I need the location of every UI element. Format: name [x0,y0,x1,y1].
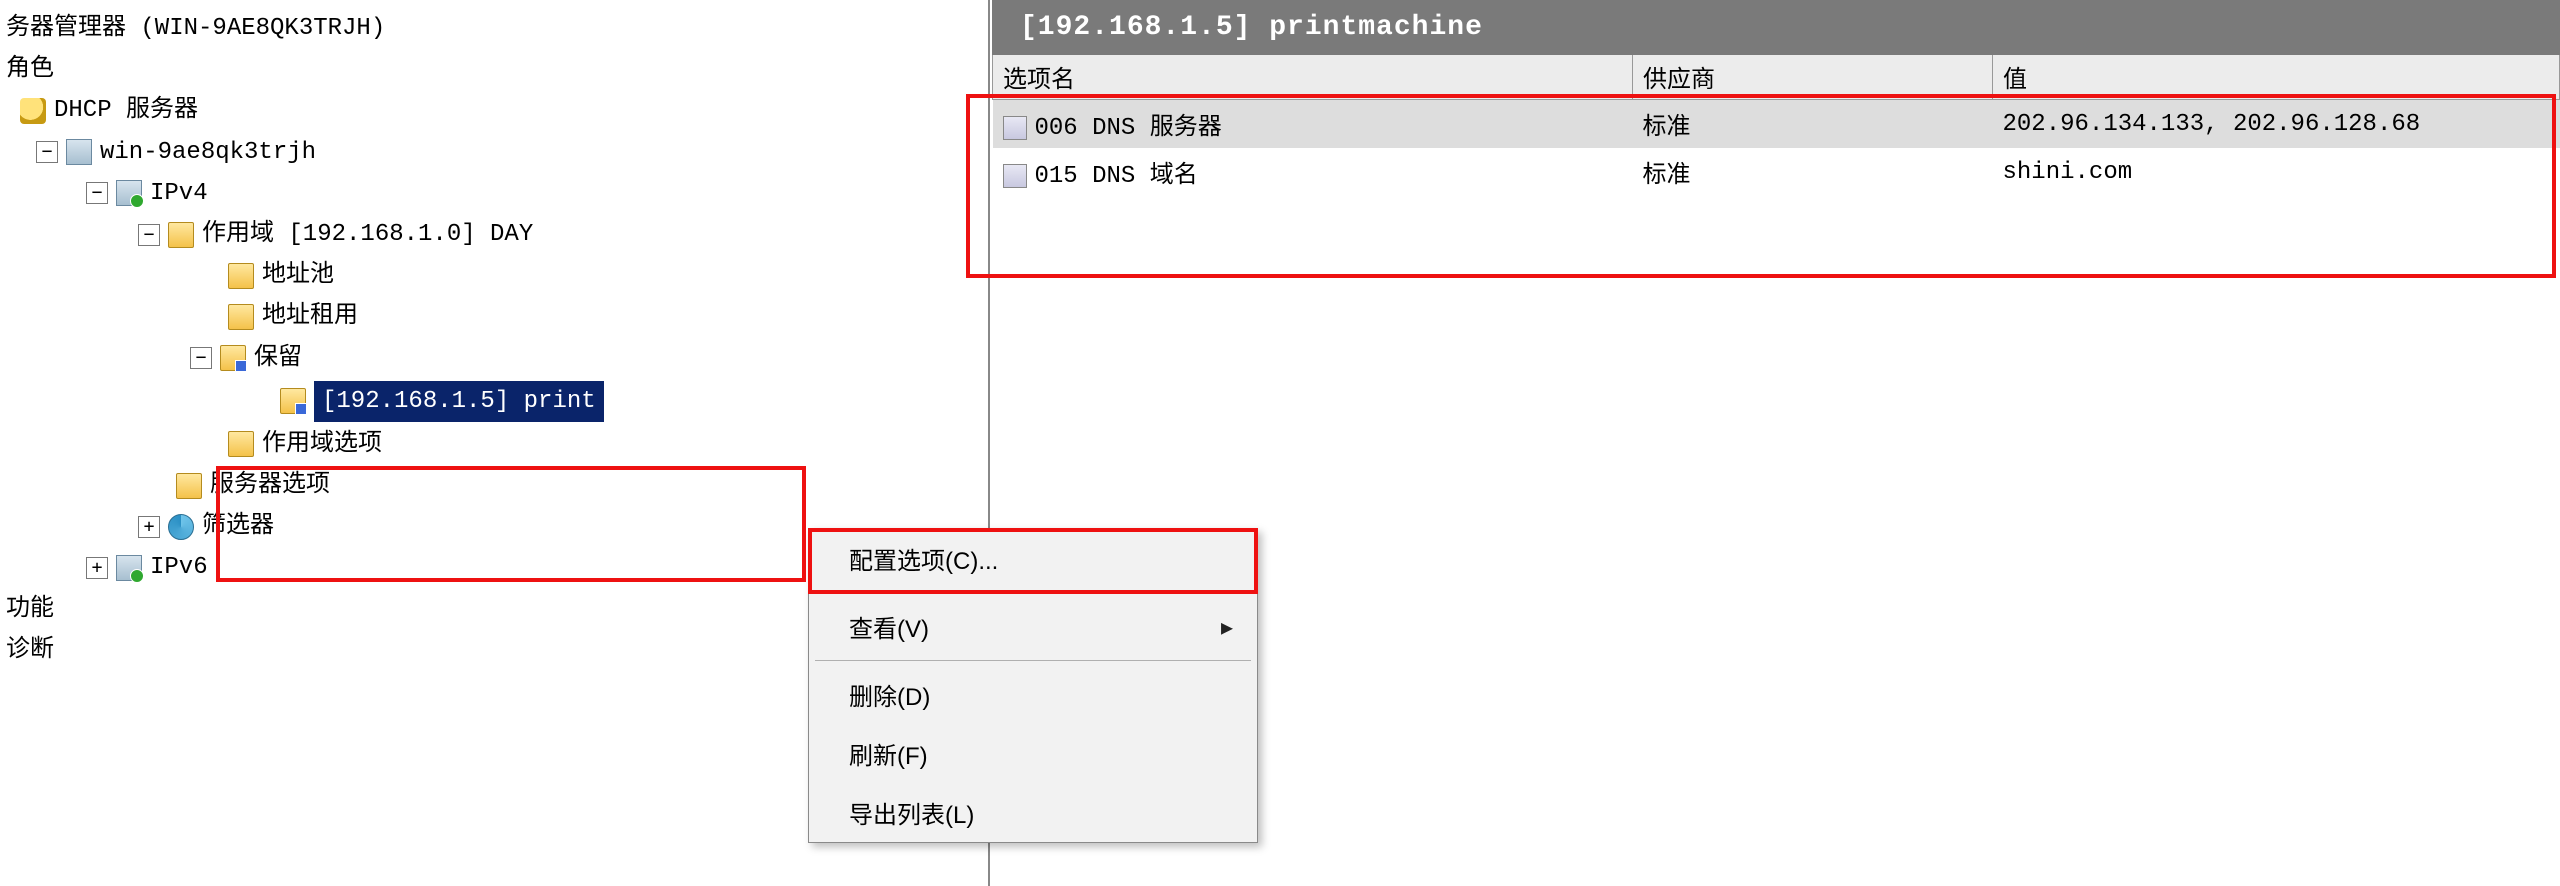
ctx-refresh-label: 刷新(F) [849,736,928,771]
table-row[interactable]: 015 DNS 域名 标准 shini.com [993,148,2560,196]
addr-pool-icon [228,263,254,289]
ctx-export-list[interactable]: 导出列表(L) [809,783,1257,842]
server-options-row[interactable]: 服务器选项 [0,465,988,506]
window-title: 务器管理器 (WIN-9AE8QK3TRJH) [6,10,385,47]
ctx-separator [815,660,1251,661]
reservation-item-label: [192.168.1.5] print [314,381,604,422]
addr-lease-row[interactable]: 地址租用 [0,296,988,337]
dhcp-icon [20,98,46,124]
addr-pool-row[interactable]: 地址池 [0,255,988,296]
dhcp-label: DHCP 服务器 [54,92,198,129]
cell-value: shini.com [1993,148,2560,196]
server-options-label: 服务器选项 [210,467,330,504]
addr-lease-icon [228,304,254,330]
expander-reservation[interactable]: − [190,347,212,369]
scope-options-label: 作用域选项 [262,426,382,463]
details-header: [192.168.1.5] printmachine [992,0,2560,55]
addr-pool-label: 地址池 [262,257,334,294]
scope-options-icon [228,431,254,457]
cell-name: 015 DNS 域名 [1035,163,1198,190]
expander-filters[interactable]: + [138,516,160,538]
expander-scope[interactable]: − [138,224,160,246]
scope-label: 作用域 [192.168.1.0] DAY [202,216,533,253]
ctx-view[interactable]: 查看(V) ▶ [809,597,1257,656]
reservation-label: 保留 [254,340,302,377]
server-options-icon [176,473,202,499]
reservation-row[interactable]: − 保留 [0,338,988,379]
ipv4-icon [116,180,142,206]
diagnostics-label: 诊断 [6,632,54,669]
cell-name: 006 DNS 服务器 [1035,115,1222,142]
ctx-view-label: 查看(V) [849,609,929,644]
ipv6-icon [116,555,142,581]
ctx-export-label: 导出列表(L) [849,795,974,830]
ctx-delete-label: 删除(D) [849,677,930,712]
ctx-configure-options[interactable]: 配置选项(C)... [809,529,1257,588]
option-icon [1003,164,1027,188]
cell-vendor: 标准 [1633,100,1993,149]
roles-row[interactable]: 角色 [0,49,988,90]
cell-value: 202.96.134.133, 202.96.128.68 [1993,100,2560,149]
table-row[interactable]: 006 DNS 服务器 标准 202.96.134.133, 202.96.12… [993,100,2560,149]
scope-icon [168,222,194,248]
host-row[interactable]: − win-9ae8qk3trjh [0,132,988,173]
submenu-arrow-icon: ▶ [1221,615,1233,639]
ctx-delete[interactable]: 删除(D) [809,665,1257,724]
window-title-row: 务器管理器 (WIN-9AE8QK3TRJH) [0,8,988,49]
dhcp-row[interactable]: DHCP 服务器 [0,90,988,131]
ipv4-row[interactable]: − IPv4 [0,173,988,214]
col-value[interactable]: 值 [1993,55,2560,100]
ctx-configure-label: 配置选项(C)... [849,541,998,576]
expander-ipv4[interactable]: − [86,182,108,204]
cell-vendor: 标准 [1633,148,1993,196]
reservation-icon [220,345,246,371]
host-label: win-9ae8qk3trjh [100,134,316,171]
expander-ipv6[interactable]: + [86,557,108,579]
context-menu: 配置选项(C)... 查看(V) ▶ 删除(D) 刷新(F) 导出列表(L) [808,528,1258,843]
scope-row[interactable]: − 作用域 [192.168.1.0] DAY [0,214,988,255]
col-vendor[interactable]: 供应商 [1633,55,1993,100]
ctx-separator [815,592,1251,593]
reservation-item-icon [280,388,306,414]
ipv4-label: IPv4 [150,175,208,212]
filter-icon [168,514,194,540]
scope-options-row[interactable]: 作用域选项 [0,424,988,465]
reservation-item-row[interactable]: [192.168.1.5] print [0,379,988,424]
options-table: 选项名 供应商 值 006 DNS 服务器 标准 202.96.134.133,… [992,55,2560,196]
features-label: 功能 [6,591,54,628]
ipv6-label: IPv6 [150,549,208,586]
roles-label: 角色 [6,51,54,88]
addr-lease-label: 地址租用 [262,298,358,335]
server-icon [66,139,92,165]
col-name[interactable]: 选项名 [993,55,1633,100]
expander-host[interactable]: − [36,141,58,163]
options-header-row: 选项名 供应商 值 [993,55,2560,100]
option-icon [1003,116,1027,140]
ctx-refresh[interactable]: 刷新(F) [809,724,1257,783]
filters-label: 筛选器 [202,508,274,545]
